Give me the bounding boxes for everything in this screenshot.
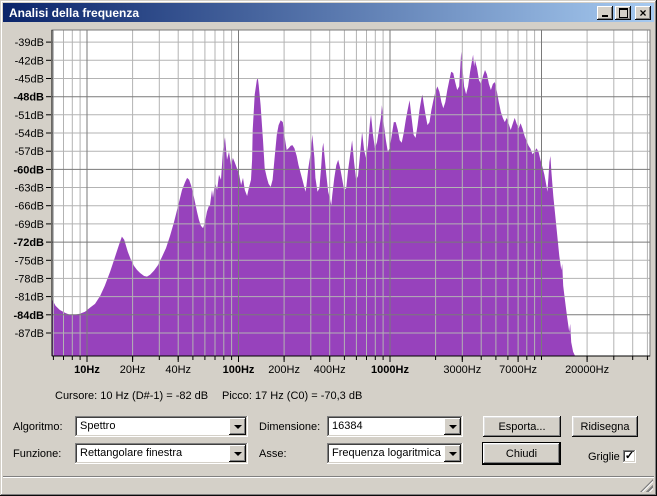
svg-text:1000Hz: 1000Hz	[371, 364, 409, 376]
svg-text:20000Hz: 20000Hz	[565, 364, 609, 376]
svg-text:-81dB: -81dB	[15, 292, 44, 304]
svg-text:-72dB: -72dB	[13, 237, 44, 249]
svg-text:7000Hz: 7000Hz	[499, 364, 537, 376]
svg-text:-75dB: -75dB	[15, 255, 44, 267]
svg-text:-60dB: -60dB	[13, 164, 44, 176]
svg-text:3000Hz: 3000Hz	[443, 364, 481, 376]
svg-text:-45dB: -45dB	[15, 74, 44, 86]
close-icon: ×	[639, 7, 646, 19]
svg-text:40Hz: 40Hz	[165, 364, 191, 376]
svg-text:-87dB: -87dB	[15, 328, 44, 340]
spectrum-plot-svg: -39dB -42dB -45dB -48dB -51dB -54dB -57dB -60dB…	[0, 26, 657, 388]
peak-readout: Picco: 17 Hz (C0) = -70,3 dB	[222, 390, 362, 402]
svg-text:100Hz: 100Hz	[223, 364, 255, 376]
size-value: 16384	[332, 420, 363, 432]
svg-text:-69dB: -69dB	[15, 219, 44, 231]
svg-text:-66dB: -66dB	[15, 201, 44, 213]
chevron-down-icon[interactable]	[229, 445, 246, 462]
svg-text:20Hz: 20Hz	[120, 364, 146, 376]
chevron-down-icon[interactable]	[444, 445, 461, 462]
svg-text:200Hz: 200Hz	[268, 364, 300, 376]
redraw-button[interactable]: Ridisegna	[572, 416, 638, 437]
svg-text:10Hz: 10Hz	[74, 364, 100, 376]
algorithm-label: Algoritmo:	[13, 421, 63, 433]
svg-text:-51dB: -51dB	[15, 110, 44, 122]
resize-grip-icon[interactable]	[640, 479, 653, 492]
frequency-analysis-dialog: Analisi della frequenza × -39dB -42dB -45d…	[0, 0, 657, 496]
svg-text:-48dB: -48dB	[13, 92, 44, 104]
grids-label: Griglie	[588, 451, 620, 463]
check-icon: ✓	[625, 451, 634, 462]
svg-text:-63dB: -63dB	[15, 183, 44, 195]
export-button[interactable]: Esporta...	[483, 416, 561, 437]
svg-text:-54dB: -54dB	[15, 128, 44, 140]
spectrum-chart[interactable]: -39dB -42dB -45dB -48dB -51dB -54dB -57dB -60dB…	[0, 26, 657, 388]
svg-text:-84dB: -84dB	[13, 310, 44, 322]
chevron-down-icon[interactable]	[444, 418, 461, 435]
svg-text:-78dB: -78dB	[15, 273, 44, 285]
size-label: Dimensione:	[259, 421, 320, 433]
minimize-icon	[602, 15, 608, 17]
function-select[interactable]: Rettangolare finestra	[75, 443, 248, 464]
svg-text:-42dB: -42dB	[15, 55, 44, 67]
close-dialog-button[interactable]: Chiudi	[482, 442, 561, 465]
status-bar	[3, 476, 654, 493]
x-axis: 10Hz 20Hz 40Hz 100Hz 200Hz 400Hz 1000Hz 3000Hz 7…	[53, 356, 647, 376]
grids-checkbox[interactable]: ✓	[623, 450, 636, 463]
maximize-icon	[619, 8, 628, 18]
axis-label: Asse:	[259, 448, 287, 460]
algorithm-select[interactable]: Spettro	[75, 416, 248, 437]
svg-text:400Hz: 400Hz	[314, 364, 346, 376]
function-value: Rettangolare finestra	[80, 447, 182, 459]
y-axis: -39dB -42dB -45dB -48dB -51dB -54dB -57dB -60dB…	[13, 37, 51, 340]
svg-text:-39dB: -39dB	[15, 37, 44, 49]
titlebar[interactable]: Analisi della frequenza ×	[3, 3, 654, 22]
maximize-button[interactable]	[615, 6, 631, 20]
axis-value: Frequenza logaritmica	[332, 447, 441, 459]
axis-select[interactable]: Frequenza logaritmica	[327, 443, 463, 464]
size-select[interactable]: 16384	[327, 416, 463, 437]
chevron-down-icon[interactable]	[229, 418, 246, 435]
algorithm-value: Spettro	[80, 420, 115, 432]
cursor-readout: Cursore: 10 Hz (D#-1) = -82 dB	[55, 390, 208, 402]
function-label: Funzione:	[13, 448, 61, 460]
svg-text:-57dB: -57dB	[15, 146, 44, 158]
minimize-button[interactable]	[597, 6, 613, 20]
close-button[interactable]: ×	[635, 6, 651, 20]
window-title: Analisi della frequenza	[9, 6, 595, 20]
